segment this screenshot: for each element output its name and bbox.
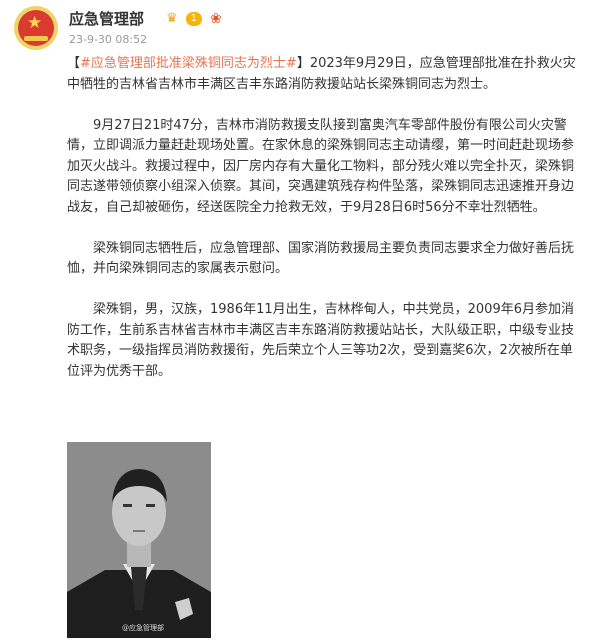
level-badge: 1 bbox=[185, 12, 203, 26]
body-paragraph: 梁殊铜，男，汉族，1986年11月出生，吉林桦甸人，中共党员，2009年6月参加… bbox=[67, 300, 582, 382]
portrait-illustration bbox=[67, 442, 211, 638]
star-icon: ★ bbox=[27, 13, 43, 33]
lead-paragraph: 【#应急管理部批准梁殊铜同志为烈士#】2023年9月29日，应急管理部批准在扑救… bbox=[67, 54, 582, 95]
body-paragraph: 梁殊铜同志牺牲后，应急管理部、国家消防救援局主要负责同志要求全力做好善后抚恤，并… bbox=[67, 239, 582, 280]
emblem-base-icon bbox=[24, 36, 48, 41]
body-paragraph-text: 9月27日21时47分，吉林市消防救援支队接到富奥汽车零部件股份有限公司火灾警情… bbox=[67, 117, 575, 215]
post-timestamp[interactable]: 23-9-30 08:52 bbox=[69, 33, 147, 47]
post-header: ★ 应急管理部 ♛ 1 ❀ 23-9-30 08:52 bbox=[14, 6, 574, 50]
post-body: 【#应急管理部批准梁殊铜同志为烈士#】2023年9月29日，应急管理部批准在扑救… bbox=[67, 54, 582, 382]
vip-icon: ❀ bbox=[210, 11, 222, 27]
crown-icon: ♛ bbox=[166, 11, 178, 26]
author-badges: ♛ 1 ❀ bbox=[166, 10, 222, 28]
body-paragraph-text: 梁殊铜同志牺牲后，应急管理部、国家消防救援局主要负责同志要求全力做好善后抚恤，并… bbox=[67, 240, 575, 277]
avatar[interactable]: ★ bbox=[14, 6, 58, 50]
hashtag-link[interactable]: #应急管理部批准梁殊铜同志为烈士# bbox=[80, 56, 297, 71]
body-paragraph-text: 梁殊铜，男，汉族，1986年11月出生，吉林桦甸人，中共党员，2009年6月参加… bbox=[67, 302, 575, 379]
author-name[interactable]: 应急管理部 bbox=[69, 10, 144, 28]
portrait-photo[interactable]: @应急管理部 bbox=[67, 442, 211, 638]
photo-watermark: @应急管理部 bbox=[122, 624, 164, 632]
lead-bracket-open: 【 bbox=[67, 56, 81, 71]
body-paragraph: 9月27日21时47分，吉林市消防救援支队接到富奥汽车零部件股份有限公司火灾警情… bbox=[67, 116, 582, 219]
